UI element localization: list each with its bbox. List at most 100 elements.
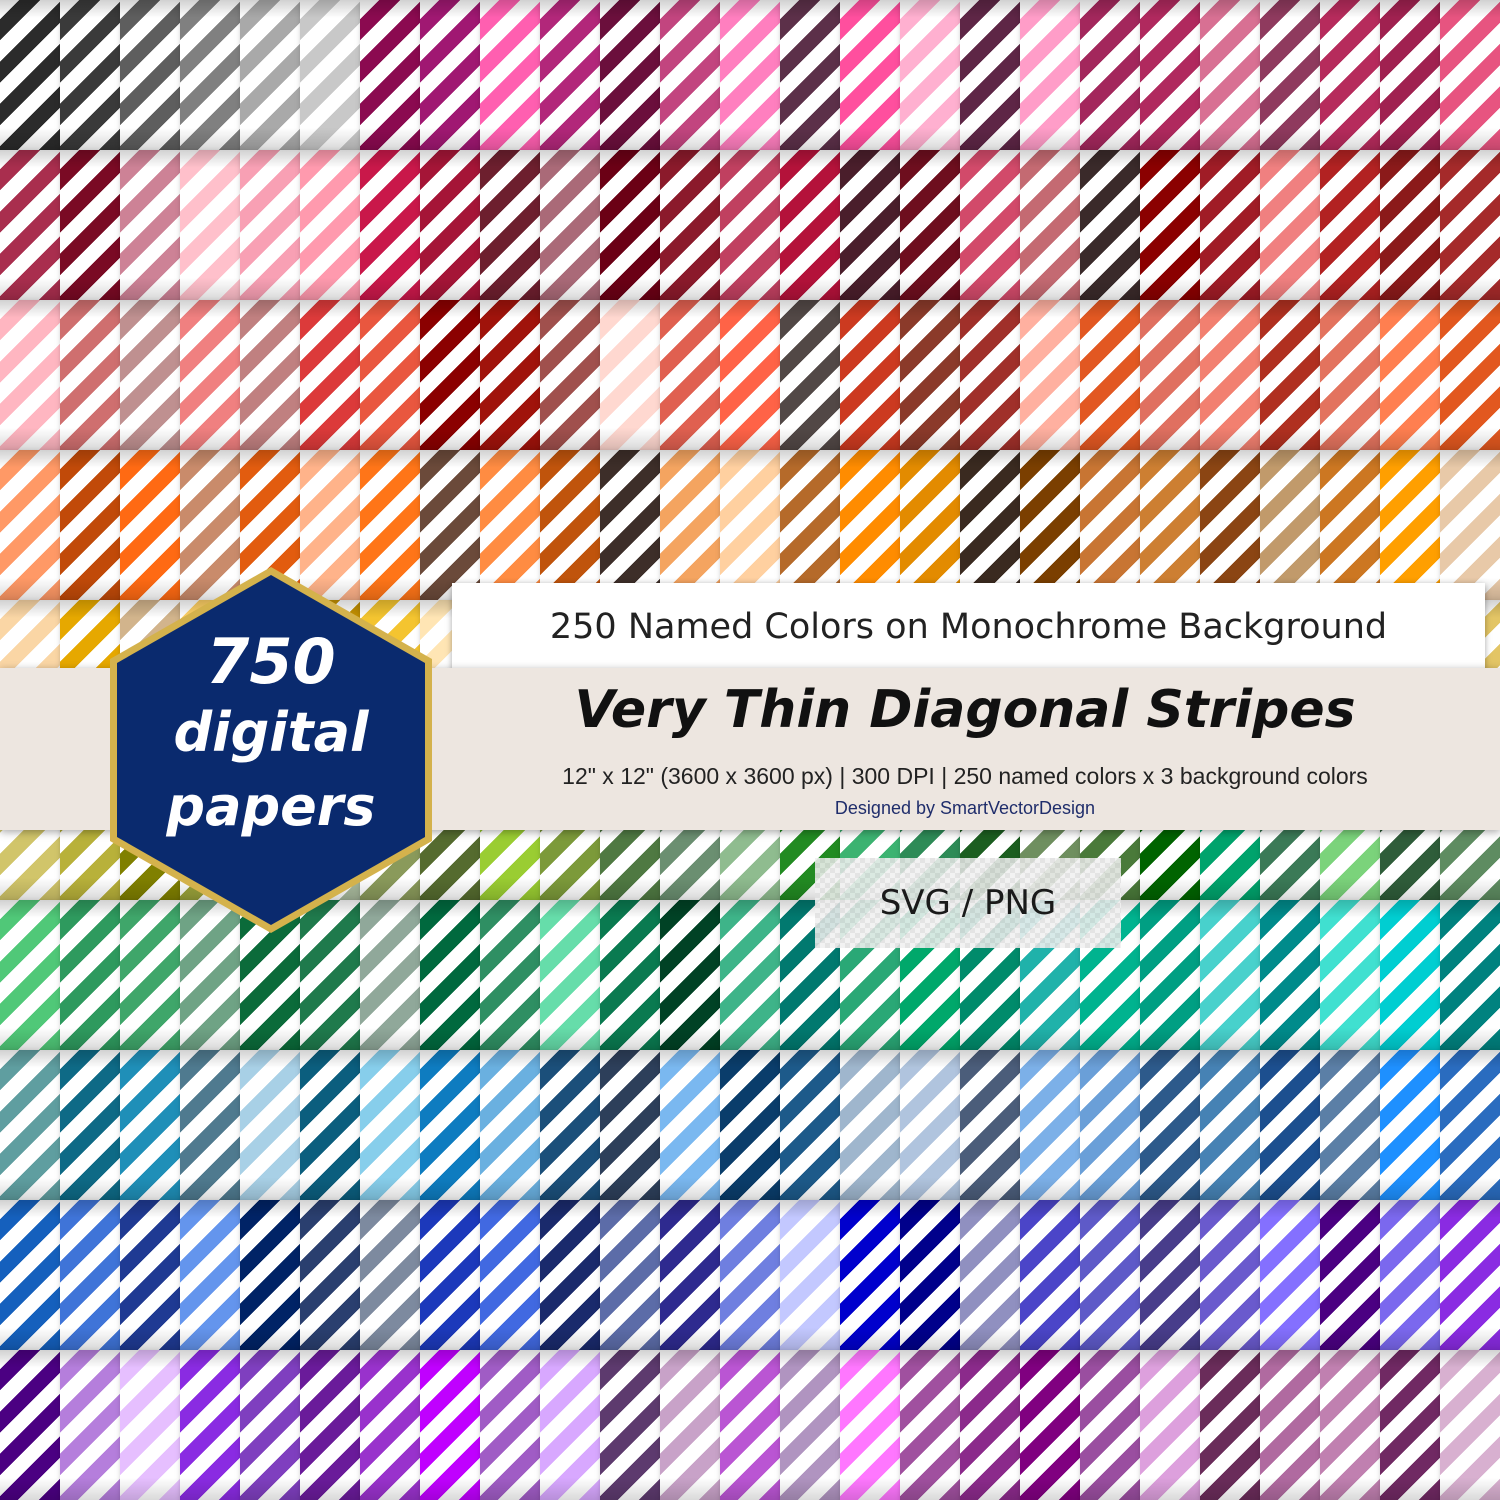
- stripe-swatch: [0, 450, 60, 600]
- stripe-swatch: [1260, 1350, 1320, 1500]
- stripe-swatch: [1380, 450, 1440, 600]
- stripe-swatch: [420, 0, 480, 150]
- stripe-swatch: [840, 1050, 900, 1200]
- stripe-swatch: [660, 300, 720, 450]
- stripe-swatch: [300, 300, 360, 450]
- stripe-swatch: [720, 300, 780, 450]
- stripe-swatch: [1320, 900, 1380, 1050]
- stripe-swatch: [600, 1350, 660, 1500]
- stripe-swatch: [960, 0, 1020, 150]
- stripe-swatch: [300, 0, 360, 150]
- stripe-swatch: [960, 1050, 1020, 1200]
- stripe-swatch: [720, 1050, 780, 1200]
- stripe-swatch: [720, 0, 780, 150]
- stripe-swatch: [1140, 1050, 1200, 1200]
- stripe-swatch: [60, 0, 120, 150]
- stripe-swatch: [480, 1050, 540, 1200]
- stripe-swatch: [120, 1200, 180, 1350]
- stripe-swatch: [960, 450, 1020, 600]
- stripe-swatch: [1260, 1050, 1320, 1200]
- stripe-swatch: [1440, 300, 1500, 450]
- stripe-swatch: [720, 1200, 780, 1350]
- stripe-swatch: [60, 1350, 120, 1500]
- stripe-swatch: [480, 0, 540, 150]
- stripe-swatch: [360, 1050, 420, 1200]
- stripe-swatch: [780, 1050, 840, 1200]
- stripe-swatch: [1320, 300, 1380, 450]
- stripe-swatch: [480, 450, 540, 600]
- stripe-swatch: [1140, 150, 1200, 300]
- stripe-swatch: [1140, 900, 1200, 1050]
- stripe-swatch: [1440, 1350, 1500, 1500]
- stripe-swatch: [360, 300, 420, 450]
- stripe-swatch: [1020, 1200, 1080, 1350]
- stripe-swatch: [1080, 150, 1140, 300]
- stripe-swatch: [1320, 0, 1380, 150]
- stripe-swatch: [180, 0, 240, 150]
- stripe-swatch: [780, 1200, 840, 1350]
- stripe-swatch: [1020, 450, 1080, 600]
- stripe-swatch: [480, 300, 540, 450]
- stripe-swatch: [0, 0, 60, 150]
- stripe-swatch: [900, 1350, 960, 1500]
- stripe-swatch: [900, 450, 960, 600]
- stripe-swatch: [780, 300, 840, 450]
- stripe-swatch: [1020, 150, 1080, 300]
- stripe-swatch: [1140, 450, 1200, 600]
- stripe-swatch: [0, 900, 60, 1050]
- stripe-swatch: [480, 150, 540, 300]
- stripe-swatch: [420, 1350, 480, 1500]
- stripe-swatch: [1140, 0, 1200, 150]
- stripe-swatch: [1380, 1050, 1440, 1200]
- stripe-swatch: [1440, 1050, 1500, 1200]
- stripe-swatch: [1080, 1050, 1140, 1200]
- stripe-swatch: [1440, 1200, 1500, 1350]
- stripe-swatch: [900, 1200, 960, 1350]
- stripe-swatch: [900, 0, 960, 150]
- stripe-swatch: [540, 450, 600, 600]
- stripe-swatch: [780, 150, 840, 300]
- stripe-swatch: [120, 1350, 180, 1500]
- stripe-swatch: [840, 150, 900, 300]
- stripe-swatch: [840, 300, 900, 450]
- stripe-swatch: [420, 1050, 480, 1200]
- specs-line: 12" x 12" (3600 x 3600 px) | 300 DPI | 2…: [562, 763, 1368, 789]
- stripe-swatch: [0, 1350, 60, 1500]
- stripe-swatch: [1080, 1350, 1140, 1500]
- stripe-swatch: [0, 300, 60, 450]
- stripe-swatch: [840, 1350, 900, 1500]
- stripe-swatch: [900, 150, 960, 300]
- stripe-swatch: [420, 1200, 480, 1350]
- stripe-swatch: [600, 150, 660, 300]
- stripe-swatch: [60, 150, 120, 300]
- stripe-swatch: [780, 450, 840, 600]
- stripe-swatch: [540, 300, 600, 450]
- stripe-swatch: [240, 150, 300, 300]
- stripe-swatch: [480, 1200, 540, 1350]
- stripe-swatch: [960, 300, 1020, 450]
- stripe-swatch: [600, 0, 660, 150]
- stripe-swatch: [840, 0, 900, 150]
- stripe-swatch: [720, 1350, 780, 1500]
- stripe-swatch: [960, 150, 1020, 300]
- stripe-swatch: [1260, 450, 1320, 600]
- stripe-swatch: [1200, 150, 1260, 300]
- stripe-swatch: [1080, 450, 1140, 600]
- badge-number: 750: [206, 625, 336, 698]
- stripe-swatch: [420, 300, 480, 450]
- stripe-swatch: [1440, 900, 1500, 1050]
- stripe-swatch: [1320, 1350, 1380, 1500]
- stripe-swatch: [360, 0, 420, 150]
- format-text: SVG / PNG: [879, 883, 1057, 923]
- stripe-swatch: [960, 1200, 1020, 1350]
- stripe-swatch: [660, 0, 720, 150]
- stripe-swatch: [660, 150, 720, 300]
- stripe-swatch: [840, 450, 900, 600]
- stripe-swatch: [660, 1050, 720, 1200]
- stripe-swatch: [180, 150, 240, 300]
- stripe-swatch: [1260, 900, 1320, 1050]
- stripe-swatch: [1080, 300, 1140, 450]
- count-badge: 750 digital papers: [104, 563, 438, 937]
- stripe-swatch: [1260, 300, 1320, 450]
- stripe-swatch: [600, 450, 660, 600]
